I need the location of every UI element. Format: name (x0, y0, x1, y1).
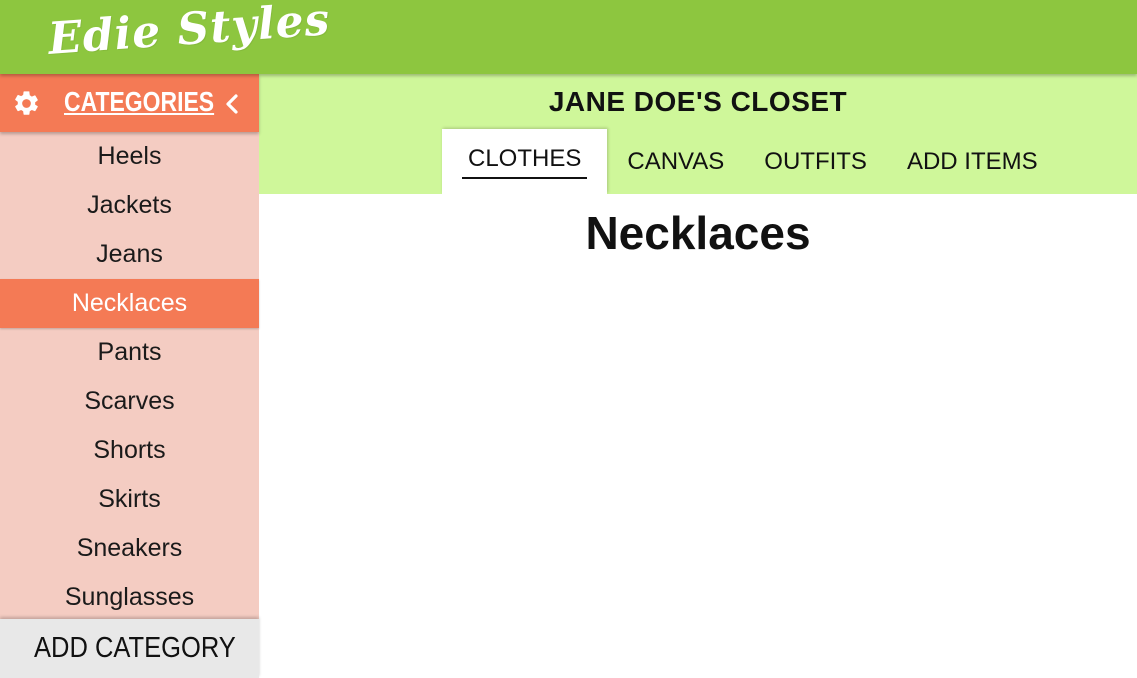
category-item-skirts[interactable]: Skirts (0, 475, 259, 524)
tab-canvas[interactable]: CANVAS (607, 129, 744, 194)
category-item-sneakers[interactable]: Sneakers (0, 524, 259, 573)
category-item-heels[interactable]: Heels (0, 132, 259, 181)
closet-tabs: CLOTHES CANVAS OUTFITS ADD ITEMS (442, 129, 1058, 194)
gear-icon[interactable] (12, 89, 41, 118)
add-category-label: ADD CATEGORY (34, 632, 236, 664)
tab-canvas-label: CANVAS (627, 147, 725, 175)
category-item-jackets[interactable]: Jackets (0, 181, 259, 230)
main-content: Necklaces (259, 194, 1137, 678)
page-title: Necklaces (585, 207, 811, 259)
chevron-left-icon[interactable] (221, 92, 243, 116)
category-item-sunglasses[interactable]: Sunglasses (0, 573, 259, 622)
categories-sidebar: CATEGORIES Heels Jackets Jeans Necklaces… (0, 74, 259, 678)
category-item-pants[interactable]: Pants (0, 328, 259, 377)
category-item-scarves[interactable]: Scarves (0, 377, 259, 426)
closet-title: JANE DOE'S CLOSET (548, 86, 848, 117)
logo[interactable]: Edie Styles (47, 0, 332, 65)
tab-add-items-label: ADD ITEMS (906, 147, 1038, 175)
tab-clothes[interactable]: CLOTHES (442, 129, 608, 194)
category-item-necklaces[interactable]: Necklaces (0, 279, 259, 328)
category-item-jeans[interactable]: Jeans (0, 230, 259, 279)
tab-add-items[interactable]: ADD ITEMS (887, 129, 1058, 194)
tab-clothes-label: CLOTHES (462, 145, 588, 179)
sidebar-header: CATEGORIES (0, 74, 259, 132)
add-category-button[interactable]: ADD CATEGORY (0, 619, 259, 678)
categories-title[interactable]: CATEGORIES (64, 86, 214, 118)
category-item-shorts[interactable]: Shorts (0, 426, 259, 475)
app-root: Edie Styles CATEGORIES Heels Jackets Jea… (0, 0, 1137, 678)
category-list: Heels Jackets Jeans Necklaces Pants Scar… (0, 132, 259, 622)
tab-outfits-label: OUTFITS (764, 147, 867, 175)
closet-header: JANE DOE'S CLOSET CLOTHES CANVAS OUTFITS… (259, 74, 1137, 194)
tab-outfits[interactable]: OUTFITS (744, 129, 887, 194)
top-bar: Edie Styles (0, 0, 1137, 74)
